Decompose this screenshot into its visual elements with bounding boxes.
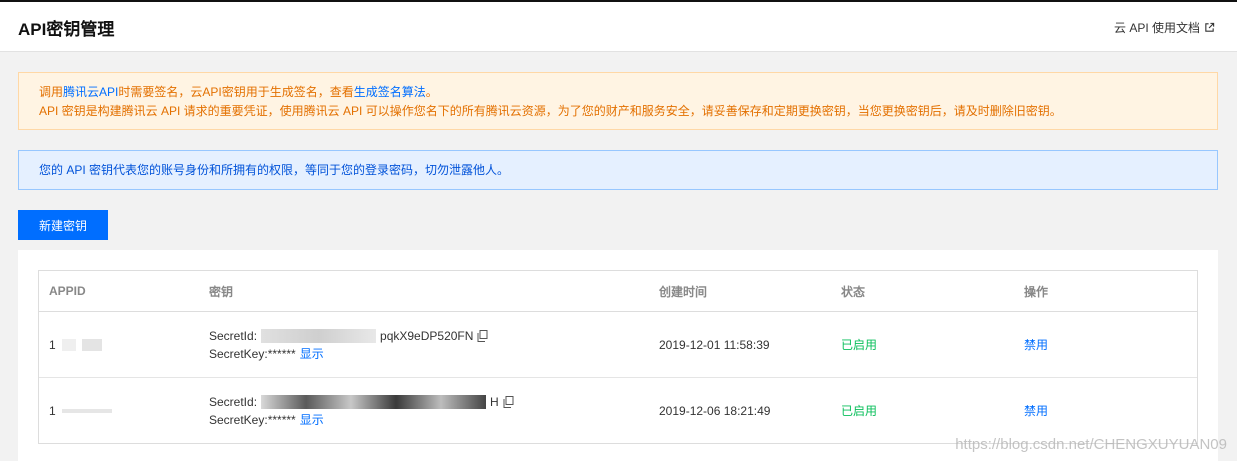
table-header: APPID 密钥 创建时间 状态 操作 [39,271,1197,312]
column-header-created: 创建时间 [659,284,708,299]
keys-card: APPID 密钥 创建时间 状态 操作 1 SecretId: pqkX9eDP… [18,250,1218,461]
warning-text: 时需要签名，云API密钥用于生成签名，查看 [118,85,354,99]
keys-table: APPID 密钥 创建时间 状态 操作 1 SecretId: pqkX9eDP… [38,270,1198,444]
signature-warning-alert: 调用腾讯云API时需要签名，云API密钥用于生成签名，查看生成签名算法。 API… [18,72,1218,130]
redacted-mask [61,408,112,413]
table-row: 1 SecretId: pqkX9eDP520FN SecretKey:****… [39,312,1197,378]
status-badge: 已启用 [841,404,878,418]
tencent-cloud-api-link[interactable]: 腾讯云API [63,85,118,99]
key-pair: SecretId: H SecretKey:****** 显示 [209,394,514,428]
disable-key-link[interactable]: 禁用 [1024,378,1048,443]
status-badge: 已启用 [841,338,878,352]
page-title: API密钥管理 [18,20,115,39]
column-header-appid: APPID [49,284,86,298]
api-docs-link[interactable]: 云 API 使用文档 [1114,19,1215,36]
secret-id-label: SecretId: [209,328,258,343]
security-info-alert: 您的 API 密钥代表您的账号身份和所拥有的权限，等同于您的登录密码，切勿泄露他… [18,150,1218,190]
created-time: 2019-12-06 18:21:49 [659,403,771,418]
show-secret-key-link[interactable]: 显示 [300,412,324,428]
signature-algorithm-link[interactable]: 生成签名算法 [354,85,426,99]
warning-line-1: 调用腾讯云API时需要签名，云API密钥用于生成签名，查看生成签名算法。 [39,83,1197,102]
column-header-action: 操作 [1024,284,1049,299]
new-key-button[interactable]: 新建密钥 [18,210,108,240]
appid-value: 1 [49,404,112,418]
redacted-mask [261,394,487,409]
appid-text: 1 [49,403,56,418]
show-secret-key-link[interactable]: 显示 [300,346,324,362]
disable-key-link[interactable]: 禁用 [1024,312,1048,377]
info-text: 您的 API 密钥代表您的账号身份和所拥有的权限，等同于您的登录密码，切勿泄露他… [39,163,510,177]
table-row: 1 SecretId: H SecretKey:****** 显示 2019-1… [39,378,1197,443]
secret-id-line: SecretId: pqkX9eDP520FN [209,328,488,344]
warning-text: 调用 [39,85,64,99]
secret-id-line: SecretId: H [209,394,514,410]
key-pair: SecretId: pqkX9eDP520FN SecretKey:******… [209,328,488,362]
secret-key-label: SecretKey:****** [209,346,296,361]
secret-id-value: H [490,394,499,409]
secret-key-label: SecretKey:****** [209,412,296,427]
secret-id-label: SecretId: [209,394,258,409]
redacted-mask [261,328,377,343]
secret-key-line: SecretKey:****** 显示 [209,346,488,362]
copy-icon[interactable] [477,329,488,342]
column-header-key: 密钥 [209,284,234,299]
warning-line-2: API 密钥是构建腾讯云 API 请求的重要凭证，使用腾讯云 API 可以操作您… [39,104,1062,118]
redacted-mask [81,338,102,351]
copy-icon[interactable] [503,395,514,408]
appid-text: 1 [49,337,56,352]
external-link-icon [1205,22,1215,32]
secret-id-value: pqkX9eDP520FN [380,328,474,343]
redacted-mask [61,338,76,351]
page-header: API密钥管理 云 API 使用文档 [0,0,1237,52]
api-docs-link-label: 云 API 使用文档 [1113,21,1200,35]
secret-key-line: SecretKey:****** 显示 [209,412,514,428]
warning-text: 。 [425,85,438,99]
created-time: 2019-12-01 11:58:39 [659,337,770,352]
column-header-status: 状态 [841,284,866,299]
appid-value: 1 [49,338,102,352]
